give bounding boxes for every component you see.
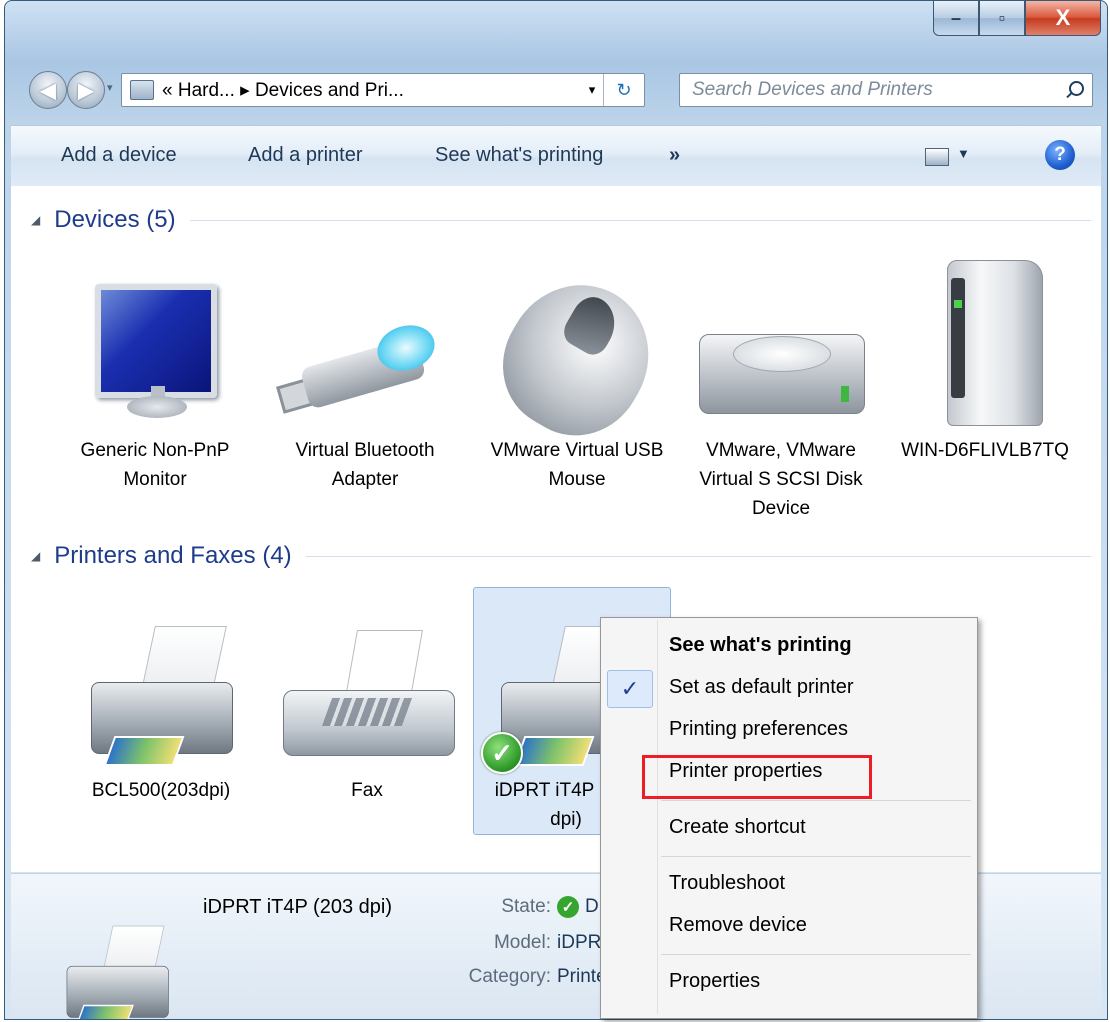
- search-input[interactable]: [690, 78, 1062, 102]
- device-bluetooth-adapter[interactable]: Virtual Bluetooth Adapter: [265, 256, 465, 494]
- menu-item-properties[interactable]: Properties: [669, 970, 760, 993]
- address-bar[interactable]: « Hard... ▸ Devices and Pri... ▾ ↻: [121, 73, 645, 107]
- add-printer-button[interactable]: Add a printer: [248, 144, 363, 167]
- printer-bcl500[interactable]: BCL500(203dpi): [61, 596, 261, 805]
- group-divider: [305, 555, 1091, 557]
- recent-pages-dropdown[interactable]: ▾: [107, 81, 113, 94]
- context-menu: ✓ See what's printing Set as default pri…: [600, 617, 978, 1019]
- menu-separator: [661, 856, 971, 857]
- menu-item-set-default-printer[interactable]: Set as default printer: [669, 676, 854, 699]
- device-generic-monitor[interactable]: Generic Non-PnP Monitor: [55, 256, 255, 494]
- collapse-triangle-icon[interactable]: ◢: [31, 213, 40, 227]
- search-box[interactable]: [679, 73, 1093, 107]
- command-bar: Add a device Add a printer See what's pr…: [11, 125, 1101, 187]
- menu-item-see-whats-printing[interactable]: See what's printing: [669, 634, 852, 657]
- device-computer[interactable]: WIN-D6FLIVLB7TQ: [885, 256, 1085, 465]
- disk-drive-icon: [681, 256, 881, 436]
- device-label: Virtual Bluetooth Adapter: [295, 440, 435, 490]
- back-button[interactable]: ◀: [29, 71, 67, 109]
- menu-item-create-shortcut[interactable]: Create shortcut: [669, 816, 806, 839]
- control-panel-icon: [130, 80, 154, 100]
- printer-fax[interactable]: Fax: [267, 596, 467, 805]
- see-whats-printing-button[interactable]: See what's printing: [435, 144, 603, 167]
- printer-icon: [45, 904, 169, 1019]
- maximize-button[interactable]: ▫: [979, 1, 1025, 36]
- more-commands-button[interactable]: »: [669, 144, 680, 167]
- state-value: ✓ D: [557, 896, 599, 918]
- printer-label: BCL500(203dpi): [91, 780, 231, 801]
- printers-group-title: Printers and Faxes (4): [54, 542, 292, 569]
- close-button[interactable]: X: [1025, 1, 1101, 36]
- menu-item-remove-device[interactable]: Remove device: [669, 914, 807, 937]
- menu-gutter: [657, 620, 658, 1014]
- navigation-bar: ◀ ▶ ▾ « Hard... ▸ Devices and Pri... ▾ ↻: [5, 63, 1107, 115]
- group-divider: [189, 219, 1091, 221]
- device-label: VMware, VMware Virtual S SCSI Disk Devic…: [699, 440, 863, 519]
- state-text: D: [585, 896, 599, 917]
- category-label: Category:: [468, 966, 551, 987]
- minimize-button[interactable]: –: [933, 1, 979, 36]
- menu-separator: [661, 800, 971, 801]
- help-icon[interactable]: ?: [1045, 140, 1075, 170]
- refresh-button[interactable]: ↻: [603, 74, 644, 106]
- details-device-name: iDPRT iT4P (203 dpi): [203, 896, 392, 918]
- device-scsi-disk[interactable]: VMware, VMware Virtual S SCSI Disk Devic…: [681, 256, 881, 523]
- annotation-highlight-box: [642, 755, 872, 799]
- checkmark-icon: ✓: [607, 670, 653, 708]
- add-device-button[interactable]: Add a device: [61, 144, 177, 167]
- printers-group-header[interactable]: ◢ Printers and Faxes (4): [31, 542, 1091, 570]
- default-printer-check-icon: ✓: [481, 732, 523, 774]
- menu-item-troubleshoot[interactable]: Troubleshoot: [669, 872, 785, 895]
- computer-tower-icon: [885, 256, 1085, 436]
- menu-separator: [661, 954, 971, 955]
- device-label: WIN-D6FLIVLB7TQ: [901, 440, 1069, 461]
- printer-icon: [61, 596, 261, 776]
- devices-group-title: Devices (5): [54, 206, 176, 233]
- monitor-icon: [55, 256, 255, 436]
- breadcrumb[interactable]: « Hard... ▸ Devices and Pri...: [162, 79, 581, 102]
- window-caption-buttons: – ▫ X: [933, 1, 1101, 41]
- fax-icon: [267, 596, 467, 776]
- device-label: VMware Virtual USB Mouse: [490, 440, 664, 490]
- device-label: Generic Non-PnP Monitor: [80, 440, 230, 490]
- mouse-icon: [477, 256, 677, 459]
- devices-group-header[interactable]: ◢ Devices (5): [31, 206, 1091, 234]
- menu-item-printing-preferences[interactable]: Printing preferences: [669, 718, 848, 741]
- forward-button[interactable]: ▶: [67, 71, 105, 109]
- collapse-triangle-icon[interactable]: ◢: [31, 549, 40, 563]
- search-icon[interactable]: [1062, 75, 1092, 105]
- view-options-dropdown[interactable]: ▼: [957, 146, 970, 161]
- device-usb-mouse[interactable]: VMware Virtual USB Mouse: [477, 256, 677, 494]
- model-label: Model:: [493, 932, 551, 953]
- change-view-icon[interactable]: [925, 148, 949, 166]
- address-dropdown-button[interactable]: ▾: [581, 82, 603, 98]
- printer-label: Fax: [351, 780, 383, 801]
- status-ok-icon: ✓: [557, 896, 579, 918]
- bluetooth-adapter-icon: [265, 256, 465, 436]
- state-label: State:: [501, 896, 551, 917]
